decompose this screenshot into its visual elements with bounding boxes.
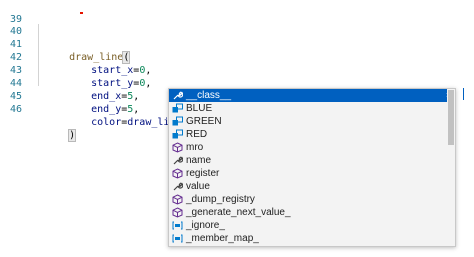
param-name: color xyxy=(91,117,122,128)
suggestion-label: _dump_registry xyxy=(186,194,255,205)
line-number: 46 xyxy=(9,104,22,115)
suggestion-item-green[interactable]: GREEN xyxy=(169,115,455,128)
suggestion-item-member-map[interactable]: _member_map_ xyxy=(169,232,455,245)
suggestion-item-dump-registry[interactable]: _dump_registry xyxy=(169,193,455,206)
suggestion-item-mro[interactable]: mro xyxy=(169,141,455,154)
method-cube-icon xyxy=(172,142,183,153)
enum-member-icon xyxy=(172,129,183,140)
scrollbar[interactable] xyxy=(447,89,455,246)
suggestion-item-register[interactable]: register xyxy=(169,167,455,180)
suggestion-label: mro xyxy=(186,142,204,153)
code-line[interactable]: 42 start_y=0, xyxy=(0,38,151,89)
method-cube-icon xyxy=(172,194,183,205)
code-line[interactable]: 46 ) xyxy=(0,90,77,142)
overview-ruler-marker xyxy=(463,88,464,100)
suggestion-item-ignore[interactable]: _ignore_ xyxy=(169,219,455,232)
suggestion-item-generate-next-value[interactable]: _generate_next_value_ xyxy=(169,206,455,219)
suggestion-label: register xyxy=(186,168,220,179)
close-paren: ) xyxy=(68,129,77,142)
suggestion-label: _generate_next_value_ xyxy=(186,207,291,218)
suggestion-widget[interactable]: __class__›BLUE GREEN RED mro name register val… xyxy=(168,88,456,247)
code-line[interactable]: 40 draw_line( xyxy=(0,12,131,64)
suggestion-item-class[interactable]: __class__› xyxy=(169,89,455,102)
code-line[interactable]: 44 end_y=5, xyxy=(0,64,139,115)
method-cube-icon xyxy=(172,168,183,179)
wrench-icon xyxy=(172,155,183,166)
method-cube-icon xyxy=(172,207,183,218)
suggestion-label: value xyxy=(186,181,210,192)
code-line[interactable]: 45 color=draw_line.color. xyxy=(0,77,225,128)
wrench-icon xyxy=(172,181,183,192)
variable-icon xyxy=(172,220,183,231)
enum-member-icon xyxy=(172,103,183,114)
suggestion-label: __class__ xyxy=(186,90,232,101)
suggestion-item-value[interactable]: value xyxy=(169,180,455,193)
scrollbar-thumb[interactable] xyxy=(448,90,454,145)
suggestion-label: GREEN xyxy=(186,116,222,127)
suggestion-item-red[interactable]: RED xyxy=(169,128,455,141)
code-line[interactable]: 43 end_x=5, xyxy=(0,51,139,102)
suggestion-label: _ignore_ xyxy=(186,220,225,231)
suggestion-label: BLUE xyxy=(186,103,213,114)
wrench-icon xyxy=(172,90,183,101)
suggestion-label: _member_map_ xyxy=(186,233,259,244)
suggestion-item-name[interactable]: name xyxy=(169,154,455,167)
suggestion-label: RED xyxy=(186,129,208,140)
suggestion-item-blue[interactable]: BLUE xyxy=(169,102,455,115)
variable-icon xyxy=(172,233,183,244)
error-squiggle xyxy=(80,12,83,14)
code-line[interactable]: 41 start_x=0, xyxy=(0,25,151,76)
suggestion-label: name xyxy=(186,155,212,166)
suggestion-list[interactable]: __class__›BLUE GREEN RED mro name register val… xyxy=(169,89,455,245)
enum-member-icon xyxy=(172,116,183,127)
